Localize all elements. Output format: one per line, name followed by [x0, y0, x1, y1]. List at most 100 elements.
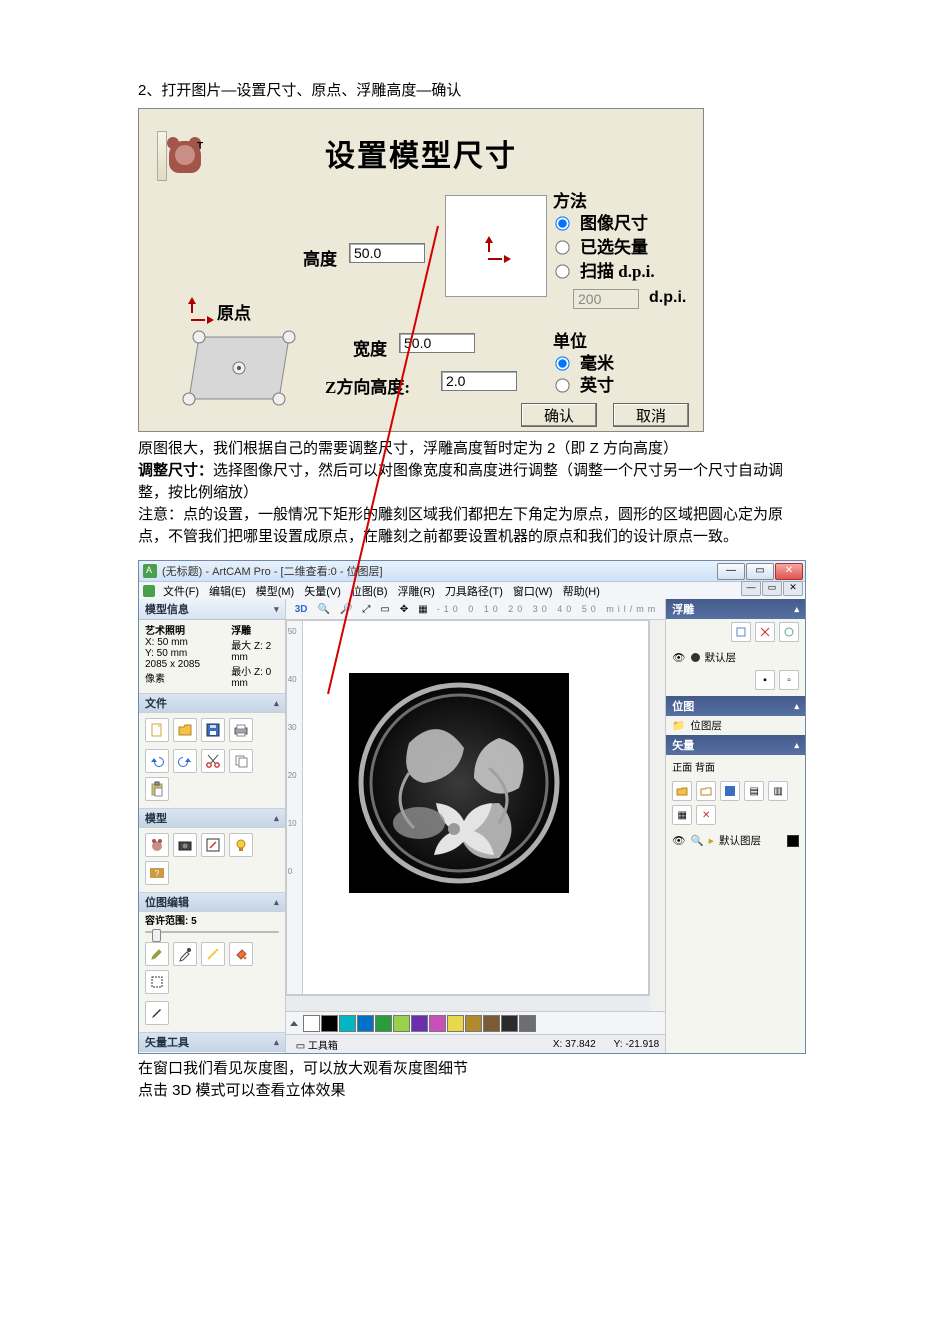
swatch[interactable] — [339, 1015, 356, 1032]
vector-layer-item[interactable]: 👁🔍▸默认图层 — [666, 831, 805, 850]
layer-b-icon[interactable]: ▥ — [768, 781, 788, 801]
menu-vector[interactable]: 矢量(V) — [300, 583, 345, 599]
z-height-input[interactable] — [441, 371, 517, 391]
print-icon[interactable] — [229, 718, 253, 742]
menu-help[interactable]: 帮助(H) — [559, 583, 604, 599]
menu-relief[interactable]: 浮雕(R) — [394, 583, 439, 599]
grayscale-artwork — [349, 673, 569, 893]
swatch[interactable] — [483, 1015, 500, 1032]
brush-icon[interactable] — [145, 942, 169, 966]
minimize-button[interactable]: — — [717, 563, 745, 580]
undo-icon[interactable] — [145, 749, 169, 773]
mini-icon[interactable]: ▫ — [779, 670, 799, 690]
dropper-icon[interactable] — [173, 942, 197, 966]
swatch[interactable] — [393, 1015, 410, 1032]
svg-text:?: ? — [155, 869, 160, 878]
mini-icon[interactable]: ▪ — [755, 670, 775, 690]
radio-unit-inch[interactable]: 英寸 — [551, 371, 614, 396]
camera-icon[interactable] — [173, 833, 197, 857]
origin-diagram[interactable] — [169, 327, 309, 423]
bitmap-panel-header[interactable]: 位图▴ — [666, 696, 805, 716]
viewport[interactable]: 50 40 30 20 10 0 — [286, 620, 651, 995]
menu-toolpath[interactable]: 刀具路径(T) — [441, 583, 507, 599]
swatch[interactable] — [375, 1015, 392, 1032]
tolerance-slider[interactable] — [145, 931, 279, 933]
relief-new-icon[interactable] — [731, 622, 751, 642]
status-toolbox-label: 工具箱 — [308, 1041, 338, 1052]
section-file[interactable]: 文件▴ — [139, 693, 285, 713]
zoom-out-icon[interactable]: 🔎 — [337, 603, 355, 616]
menu-edit[interactable]: 编辑(E) — [205, 583, 250, 599]
height-input[interactable] — [349, 243, 425, 263]
section-bitmap-edit[interactable]: 位图编辑▴ — [139, 892, 285, 912]
menu-model[interactable]: 模型(M) — [252, 583, 299, 599]
layer-color-swatch[interactable] — [787, 835, 799, 847]
redo-icon[interactable] — [173, 749, 197, 773]
open-file-icon[interactable] — [173, 718, 197, 742]
center-area: 3D 🔍 🔎 ⤢ ▭ ✥ ▦ -10 0 10 20 30 40 50 mil/… — [286, 599, 666, 1053]
layer-del-icon[interactable]: ✕ — [696, 805, 716, 825]
vector-panel-header[interactable]: 矢量▴ — [666, 735, 805, 755]
swatch[interactable] — [447, 1015, 464, 1032]
save-layer-icon[interactable] — [720, 781, 740, 801]
radio-image-size[interactable]: 图像尺寸 — [551, 209, 648, 234]
cancel-button[interactable]: 取消 — [613, 403, 689, 427]
swatch[interactable] — [519, 1015, 536, 1032]
pan-icon[interactable]: ✥ — [397, 603, 411, 616]
relief-col-label: 浮雕 — [231, 626, 251, 637]
menu-bitmap[interactable]: 位图(B) — [347, 583, 392, 599]
swatch[interactable] — [303, 1015, 320, 1032]
copy-icon[interactable] — [229, 749, 253, 773]
folder-icon[interactable] — [672, 781, 692, 801]
zoom-area-icon[interactable]: ▭ — [377, 603, 392, 616]
new-file-icon[interactable] — [145, 718, 169, 742]
zoom-fit-icon[interactable]: ⤢ — [359, 603, 373, 616]
folder-open-icon[interactable] — [696, 781, 716, 801]
pencil-icon[interactable] — [145, 1001, 169, 1025]
swatch[interactable] — [411, 1015, 428, 1032]
swatch[interactable] — [501, 1015, 518, 1032]
layer-a-icon[interactable]: ▤ — [744, 781, 764, 801]
width-input[interactable] — [399, 333, 475, 353]
teddy-tool-icon[interactable] — [145, 833, 169, 857]
close-button[interactable]: ✕ — [775, 563, 803, 580]
ok-button[interactable]: 确认 — [521, 403, 597, 427]
bitmap-layer-item[interactable]: 📁位图层 — [666, 716, 805, 735]
info-tool-icon[interactable]: ? — [145, 861, 169, 885]
paste-icon[interactable] — [145, 777, 169, 801]
maximize-button[interactable]: ▭ — [746, 563, 774, 580]
save-icon[interactable] — [201, 718, 225, 742]
zoom-in-icon[interactable]: 🔍 — [314, 603, 332, 616]
front-back-toggle[interactable]: 正面 背面 — [666, 755, 805, 778]
three-d-toggle[interactable]: 3D — [292, 603, 311, 616]
swatch[interactable] — [357, 1015, 374, 1032]
relief-delete-icon[interactable] — [755, 622, 775, 642]
bitmap-tools — [139, 937, 285, 1001]
menu-window[interactable]: 窗口(W) — [509, 583, 557, 599]
fill-icon[interactable] — [229, 942, 253, 966]
menu-file[interactable]: 文件(F) — [159, 583, 203, 599]
scrollbar-vertical[interactable] — [648, 621, 650, 994]
layer-c-icon[interactable]: ▦ — [672, 805, 692, 825]
swatch[interactable] — [465, 1015, 482, 1032]
selection-icon[interactable] — [145, 970, 169, 994]
cut-icon[interactable] — [201, 749, 225, 773]
wand-icon[interactable] — [201, 942, 225, 966]
light-tool-icon[interactable] — [229, 833, 253, 857]
swatch[interactable] — [321, 1015, 338, 1032]
swatch[interactable] — [429, 1015, 446, 1032]
palette-toggle-icon[interactable] — [290, 1021, 298, 1026]
scrollbar-horizontal[interactable] — [286, 995, 651, 1011]
size-tool-icon[interactable] — [201, 833, 225, 857]
relief-panel-header[interactable]: 浮雕▴ — [666, 599, 805, 619]
mdi-minimize[interactable]: — — [741, 581, 761, 596]
mdi-close[interactable]: ✕ — [783, 581, 803, 596]
mdi-restore[interactable]: ▭ — [762, 581, 782, 596]
radio-selected-vector[interactable]: 已选矢量 — [551, 233, 648, 258]
show-grid-icon[interactable]: ▦ — [415, 603, 430, 616]
section-vector-tools[interactable]: 矢量工具▴ — [139, 1032, 285, 1052]
relief-opts-icon[interactable] — [779, 622, 799, 642]
relief-layer-item[interactable]: 👁默认层 — [666, 648, 805, 667]
section-model[interactable]: 模型▴ — [139, 808, 285, 828]
radio-scan-dpi[interactable]: 扫描 d.p.i. — [551, 257, 655, 282]
